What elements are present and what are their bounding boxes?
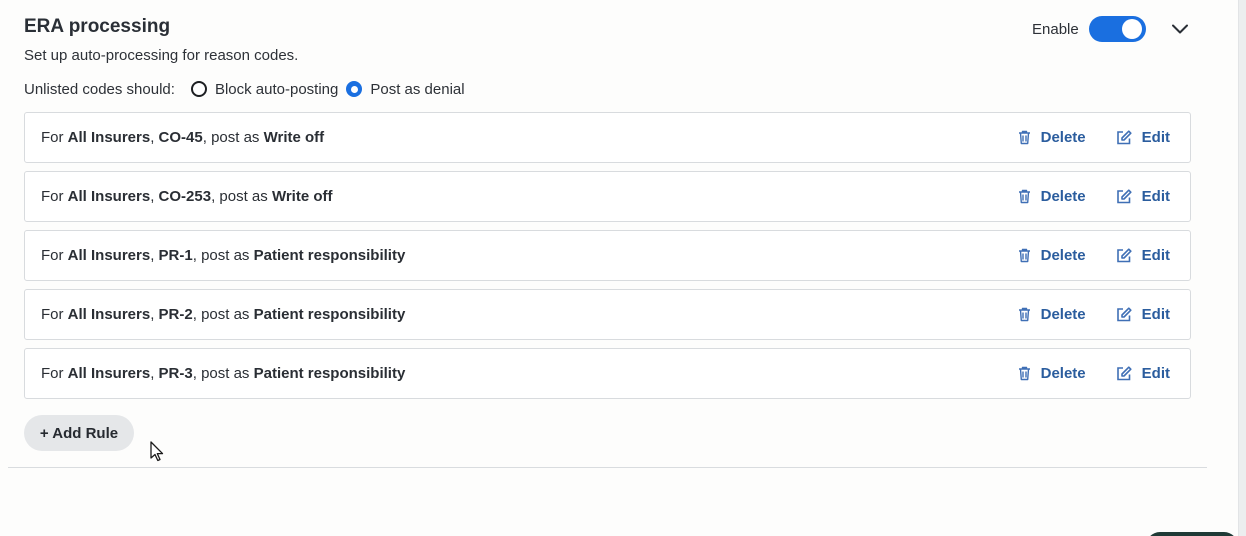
rule-action: Patient responsibility [253, 247, 406, 264]
add-rule-button[interactable]: + Add Rule [24, 415, 134, 451]
rule-insurer: All Insurers [67, 188, 151, 205]
rule-separator: , [150, 247, 159, 264]
trash-icon [1018, 248, 1030, 263]
rule-connector: , post as [192, 247, 254, 264]
floating-button-edge[interactable] [1146, 532, 1238, 536]
rule-actions: Delete Edit [1018, 231, 1190, 280]
radio-label: Post as denial [370, 80, 465, 98]
toggle-knob [1121, 19, 1142, 39]
radio-label: Block auto-posting [214, 80, 339, 98]
edit-icon [1116, 307, 1132, 322]
rule-separator: , [150, 129, 159, 146]
delete-label: Delete [1040, 306, 1086, 323]
rule-insurer: All Insurers [67, 129, 151, 146]
rule-insurer: All Insurers [67, 247, 151, 264]
delete-button[interactable]: Delete [1018, 247, 1086, 264]
rule-text: For All Insurers, CO-45, post as Write o… [41, 129, 324, 146]
rule-text: For All Insurers, PR-3, post as Patient … [41, 365, 405, 382]
rule-row: For All Insurers, CO-45, post as Write o… [24, 112, 1191, 163]
rule-code: PR-3 [158, 365, 193, 382]
chevron-down-icon[interactable] [1168, 18, 1192, 40]
rule-prefix: For [41, 365, 68, 382]
mouse-pointer-icon [150, 441, 164, 462]
rule-action: Write off [263, 129, 325, 146]
rule-text: For All Insurers, PR-1, post as Patient … [41, 247, 405, 264]
edit-label: Edit [1141, 247, 1170, 264]
edit-label: Edit [1141, 188, 1170, 205]
edit-icon [1116, 366, 1132, 381]
rule-prefix: For [41, 188, 68, 205]
enable-label: Enable [1032, 20, 1079, 38]
rule-connector: , post as [192, 306, 254, 323]
radio-unchecked-icon[interactable] [190, 81, 207, 97]
rule-connector: , post as [192, 365, 254, 382]
unlisted-codes-label: Unlisted codes should: [24, 80, 175, 98]
delete-label: Delete [1040, 365, 1086, 382]
delete-button[interactable]: Delete [1018, 129, 1086, 146]
delete-button[interactable]: Delete [1018, 188, 1086, 205]
scrollbar-track[interactable] [1238, 0, 1246, 536]
rule-prefix: For [41, 129, 68, 146]
edit-icon [1116, 248, 1132, 263]
delete-button[interactable]: Delete [1018, 306, 1086, 323]
trash-icon [1018, 366, 1030, 381]
edit-label: Edit [1141, 129, 1170, 146]
trash-icon [1018, 189, 1030, 204]
rule-action: Patient responsibility [253, 306, 406, 323]
edit-icon [1116, 130, 1132, 145]
rule-action: Write off [271, 188, 333, 205]
rule-connector: , post as [211, 188, 272, 205]
rule-insurer: All Insurers [67, 365, 151, 382]
rule-connector: , post as [202, 129, 264, 146]
delete-label: Delete [1040, 188, 1086, 205]
radio-checked-icon[interactable] [346, 81, 363, 97]
rule-row: For All Insurers, PR-3, post as Patient … [24, 348, 1191, 399]
edit-button[interactable]: Edit [1116, 188, 1170, 205]
era-processing-panel: ERA processing Set up auto-processing fo… [8, 0, 1207, 468]
rule-text: For All Insurers, PR-2, post as Patient … [41, 306, 405, 323]
page: ERA processing Set up auto-processing fo… [0, 0, 1246, 536]
enable-control: Enable [1032, 14, 1146, 44]
rule-separator: , [150, 306, 159, 323]
edit-button[interactable]: Edit [1116, 365, 1170, 382]
enable-toggle[interactable] [1088, 16, 1146, 42]
rule-prefix: For [41, 306, 68, 323]
rule-text: For All Insurers, CO-253, post as Write … [41, 188, 333, 205]
rule-code: PR-1 [158, 247, 193, 264]
edit-button[interactable]: Edit [1116, 247, 1170, 264]
radio-post-as-denial[interactable]: Post as denial [346, 80, 465, 98]
edit-button[interactable]: Edit [1116, 129, 1170, 146]
edit-label: Edit [1141, 365, 1170, 382]
rule-actions: Delete Edit [1018, 349, 1190, 398]
rule-separator: , [150, 188, 159, 205]
rule-row: For All Insurers, CO-253, post as Write … [24, 171, 1191, 222]
rule-code: CO-45 [158, 129, 203, 146]
radio-block-auto-posting[interactable]: Block auto-posting [190, 80, 339, 98]
trash-icon [1018, 130, 1030, 145]
rule-actions: Delete Edit [1018, 113, 1190, 162]
rule-row: For All Insurers, PR-1, post as Patient … [24, 230, 1191, 281]
rule-row: For All Insurers, PR-2, post as Patient … [24, 289, 1191, 340]
delete-button[interactable]: Delete [1018, 365, 1086, 382]
edit-button[interactable]: Edit [1116, 306, 1170, 323]
rule-separator: , [150, 365, 159, 382]
rule-code: CO-253 [158, 188, 212, 205]
unlisted-codes-setting: Unlisted codes should: Block auto-postin… [24, 78, 473, 100]
delete-label: Delete [1040, 129, 1086, 146]
rule-actions: Delete Edit [1018, 172, 1190, 221]
rule-prefix: For [41, 247, 68, 264]
rule-code: PR-2 [158, 306, 193, 323]
edit-icon [1116, 189, 1132, 204]
rule-insurer: All Insurers [67, 306, 151, 323]
section-subtitle: Set up auto-processing for reason codes. [24, 47, 299, 64]
rule-actions: Delete Edit [1018, 290, 1190, 339]
trash-icon [1018, 307, 1030, 322]
rule-action: Patient responsibility [253, 365, 406, 382]
edit-label: Edit [1141, 306, 1170, 323]
section-title: ERA processing [24, 16, 171, 37]
delete-label: Delete [1040, 247, 1086, 264]
